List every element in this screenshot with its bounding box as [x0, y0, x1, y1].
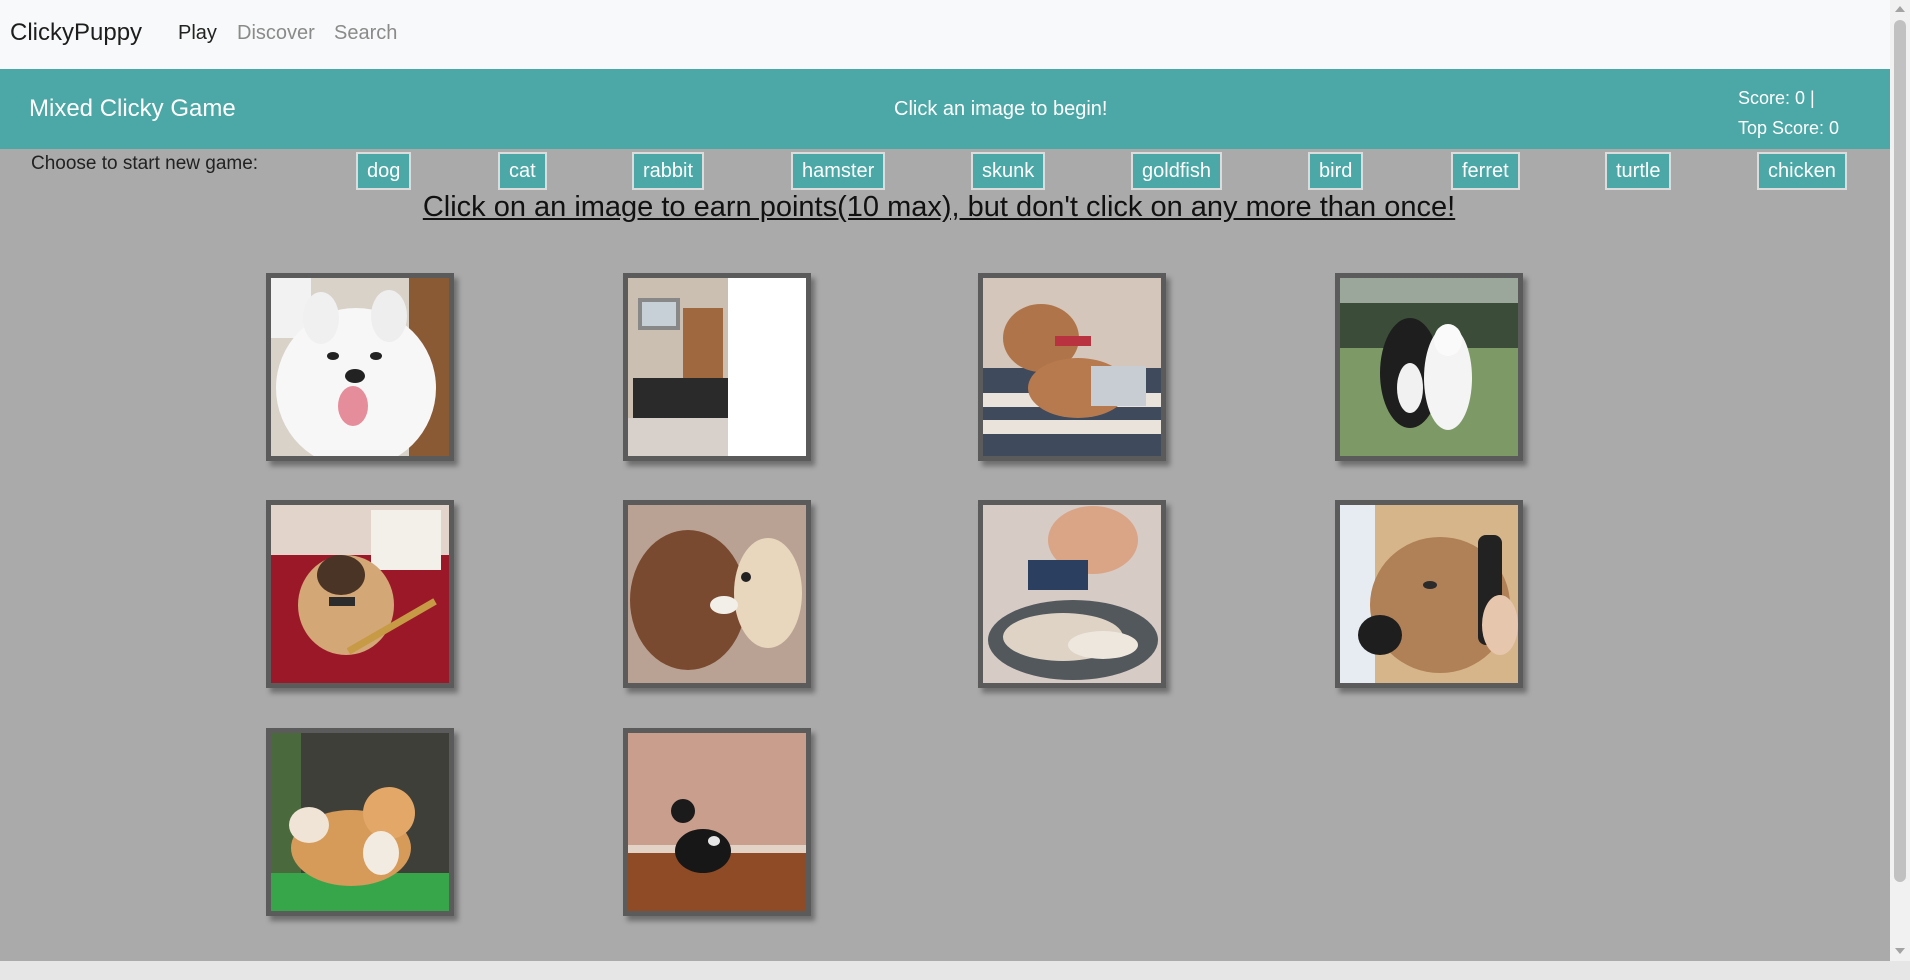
bottom-bar	[0, 961, 1910, 980]
nav-play[interactable]: Play	[178, 22, 217, 45]
samoyed-photo	[271, 278, 449, 456]
image-card-dachshund[interactable]	[623, 728, 811, 916]
animal-button-turtle[interactable]: turtle	[1605, 152, 1672, 190]
animal-button-dog[interactable]: dog	[356, 152, 412, 190]
animal-button-skunk[interactable]: skunk	[971, 152, 1046, 190]
top-score-text: Top Score: 0	[1738, 118, 1840, 138]
poodle-and-dog-photo	[628, 505, 806, 683]
animal-button-rabbit[interactable]: rabbit	[632, 152, 705, 190]
image-card-tv-room[interactable]	[623, 273, 811, 461]
top-navbar: ClickyPuppy Play Discover Search	[0, 0, 1890, 70]
score-panel: Score: 0 | Top Score: 0	[1738, 83, 1839, 143]
pug-with-bowtie-photo	[271, 505, 449, 683]
nav-search[interactable]: Search	[334, 22, 397, 45]
tv-room-cat-photo	[628, 278, 806, 456]
image-card-poodle[interactable]	[623, 500, 811, 688]
animal-button-hamster[interactable]: hamster	[791, 152, 886, 190]
dog-bath-photo	[983, 505, 1161, 683]
animal-button-goldfish[interactable]: goldfish	[1131, 152, 1222, 190]
choose-game-label: Choose to start new game:	[31, 153, 259, 174]
scrollbar-thumb[interactable]	[1894, 20, 1906, 882]
shiba-inu-photo	[271, 733, 449, 911]
nav-discover[interactable]: Discover	[237, 22, 315, 45]
animal-button-bird[interactable]: bird	[1308, 152, 1364, 190]
game-title: Mixed Clicky Game	[29, 95, 236, 122]
brand-logo[interactable]: ClickyPuppy	[10, 19, 142, 47]
scroll-up-icon[interactable]	[1895, 6, 1905, 12]
shiba-on-laptop-photo	[983, 278, 1161, 456]
image-card-two-dogs[interactable]	[1335, 273, 1523, 461]
scroll-down-icon[interactable]	[1895, 948, 1905, 954]
score-text: Score: 0 |	[1738, 88, 1815, 108]
image-card-samoyed[interactable]	[266, 273, 454, 461]
image-card-pug[interactable]	[266, 500, 454, 688]
image-card-dog-phone[interactable]	[1335, 500, 1523, 688]
dachshund-photo	[628, 733, 806, 911]
image-card-dog-bath[interactable]	[978, 500, 1166, 688]
image-card-shiba-laptop[interactable]	[978, 273, 1166, 461]
animal-button-ferret[interactable]: ferret	[1451, 152, 1520, 190]
animal-button-cat[interactable]: cat	[498, 152, 547, 190]
game-instructions: Click on an image to earn points(10 max)…	[422, 191, 1456, 223]
animal-button-chicken[interactable]: chicken	[1757, 152, 1847, 190]
dog-on-phone-photo	[1340, 505, 1518, 683]
game-status-message: Click an image to begin!	[894, 98, 1108, 120]
two-dogs-on-grass-photo	[1340, 278, 1518, 456]
image-card-shiba-inu[interactable]	[266, 728, 454, 916]
game-header: Mixed Clicky Game Click an image to begi…	[0, 69, 1890, 149]
